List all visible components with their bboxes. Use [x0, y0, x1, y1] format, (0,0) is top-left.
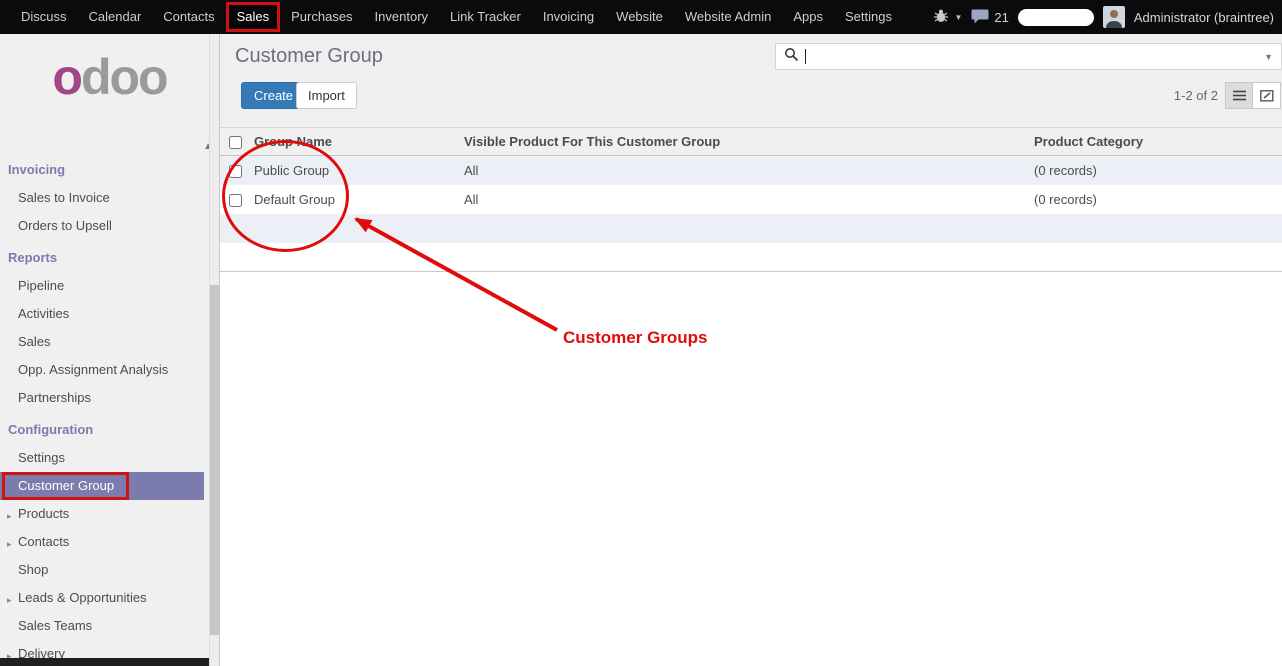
- search-bar[interactable]: ▼: [775, 43, 1282, 70]
- select-all-checkbox[interactable]: [229, 136, 242, 149]
- menu-item-website-admin[interactable]: Website Admin: [674, 0, 782, 34]
- messages-icon[interactable]: [971, 8, 989, 27]
- cell-visible-product[interactable]: All: [460, 185, 1030, 214]
- triangle-right-icon: ▸: [7, 593, 12, 607]
- column-header-visible-product[interactable]: Visible Product For This Customer Group: [460, 128, 1030, 156]
- sidebar-item-label: Contacts: [18, 534, 69, 549]
- triangle-right-icon: ▸: [7, 509, 12, 523]
- odoo-logo[interactable]: odoo: [0, 34, 219, 134]
- menu-item-purchases[interactable]: Purchases: [280, 0, 363, 34]
- cell-group-name[interactable]: Default Group: [250, 185, 460, 214]
- caret-down-icon[interactable]: ▼: [954, 13, 962, 22]
- sidebar-item-shop[interactable]: Shop: [0, 556, 204, 584]
- topbar-systray: ▼ 21 Administrator (braintree): [933, 6, 1282, 28]
- logo-rest: doo: [81, 49, 167, 105]
- sidebar-item-sales[interactable]: Sales: [0, 328, 204, 356]
- row-checkbox[interactable]: [229, 194, 242, 207]
- pager[interactable]: 1-2 of 2: [1174, 88, 1218, 103]
- page-title: Customer Group: [235, 45, 383, 68]
- sidebar-bottom-bar: [0, 658, 209, 666]
- table-header-row: Group Name Visible Product For This Cust…: [220, 128, 1282, 156]
- cell-group-name[interactable]: Public Group: [250, 156, 460, 185]
- menu-item-apps[interactable]: Apps: [782, 0, 834, 34]
- sidebar-item-contacts[interactable]: ▸ Contacts: [0, 528, 204, 556]
- sidebar-item-sales-teams[interactable]: Sales Teams: [0, 612, 204, 640]
- cell-product-category[interactable]: (0 records): [1030, 185, 1282, 214]
- view-switcher: [1225, 82, 1281, 109]
- sidebar-item-settings[interactable]: Settings: [0, 444, 204, 472]
- column-header-group-name[interactable]: Group Name: [250, 128, 460, 156]
- sidebar-item-opp-assignment-analysis[interactable]: Opp. Assignment Analysis: [0, 356, 204, 384]
- form-view-button[interactable]: [1253, 82, 1281, 109]
- table-row-default-group[interactable]: Default Group All (0 records): [220, 185, 1282, 214]
- menu-item-link-tracker[interactable]: Link Tracker: [439, 0, 532, 34]
- user-menu[interactable]: Administrator (braintree): [1134, 10, 1274, 25]
- section-title-configuration: Configuration: [0, 412, 204, 444]
- import-button[interactable]: Import: [296, 82, 357, 109]
- sidebar-item-customer-group[interactable]: Customer Group: [0, 472, 204, 500]
- search-icon: [784, 47, 799, 67]
- table-row-public-group[interactable]: Public Group All (0 records): [220, 156, 1282, 185]
- menu-item-settings[interactable]: Settings: [834, 0, 903, 34]
- search-options-caret-icon[interactable]: ▼: [1264, 52, 1273, 62]
- menu-item-inventory[interactable]: Inventory: [364, 0, 439, 34]
- main-content: Customer Group ▼ Create Import 1-2 of 2: [220, 34, 1282, 666]
- sidebar-item-label: Leads & Opportunities: [18, 590, 147, 605]
- sidebar-item-label: Customer Group: [18, 478, 114, 493]
- messages-count[interactable]: 21: [994, 10, 1008, 25]
- scrollbar-thumb[interactable]: [210, 285, 219, 635]
- debug-icon[interactable]: [933, 9, 949, 26]
- avatar[interactable]: [1103, 6, 1125, 28]
- sidebar-item-partnerships[interactable]: Partnerships: [0, 384, 204, 412]
- sidebar-item-label: Products: [18, 506, 69, 521]
- control-panel: Customer Group ▼ Create Import 1-2 of 2: [220, 34, 1282, 127]
- sidebar-item-products[interactable]: ▸ Products: [0, 500, 204, 528]
- status-pill[interactable]: [1018, 9, 1094, 26]
- sidebar-scrollbar[interactable]: [209, 34, 219, 666]
- logo-letter: o: [52, 49, 81, 105]
- sidebar-item-leads-opportunities[interactable]: ▸ Leads & Opportunities: [0, 584, 204, 612]
- sidebar-item-orders-to-upsell[interactable]: Orders to Upsell: [0, 212, 204, 240]
- cell-product-category[interactable]: (0 records): [1030, 156, 1282, 185]
- list-view-button[interactable]: [1225, 82, 1253, 109]
- sidebar-menu: Invoicing Sales to Invoice Orders to Ups…: [0, 152, 204, 666]
- search-input[interactable]: [806, 47, 1264, 67]
- menu-item-website[interactable]: Website: [605, 0, 674, 34]
- section-title-invoicing: Invoicing: [0, 152, 204, 184]
- column-header-product-category[interactable]: Product Category: [1030, 128, 1282, 156]
- menu-item-contacts[interactable]: Contacts: [152, 0, 225, 34]
- filler-row: [220, 243, 1282, 272]
- menu-item-invoicing[interactable]: Invoicing: [532, 0, 605, 34]
- sidebar-item-sales-to-invoice[interactable]: Sales to Invoice: [0, 184, 204, 212]
- sidebar-item-activities[interactable]: Activities: [0, 300, 204, 328]
- top-navbar: Discuss Calendar Contacts Sales Purchase…: [0, 0, 1282, 34]
- filler-row: [220, 214, 1282, 243]
- sidebar: odoo Invoicing Sales to Invoice Orders t…: [0, 34, 220, 666]
- triangle-right-icon: ▸: [7, 537, 12, 551]
- list-view: Group Name Visible Product For This Cust…: [220, 127, 1282, 272]
- app-menu: Discuss Calendar Contacts Sales Purchase…: [0, 0, 903, 34]
- menu-item-sales[interactable]: Sales: [226, 2, 281, 32]
- row-checkbox[interactable]: [229, 165, 242, 178]
- sidebar-item-pipeline[interactable]: Pipeline: [0, 272, 204, 300]
- cell-visible-product[interactable]: All: [460, 156, 1030, 185]
- section-title-reports: Reports: [0, 240, 204, 272]
- menu-item-discuss[interactable]: Discuss: [10, 0, 78, 34]
- menu-item-calendar[interactable]: Calendar: [78, 0, 153, 34]
